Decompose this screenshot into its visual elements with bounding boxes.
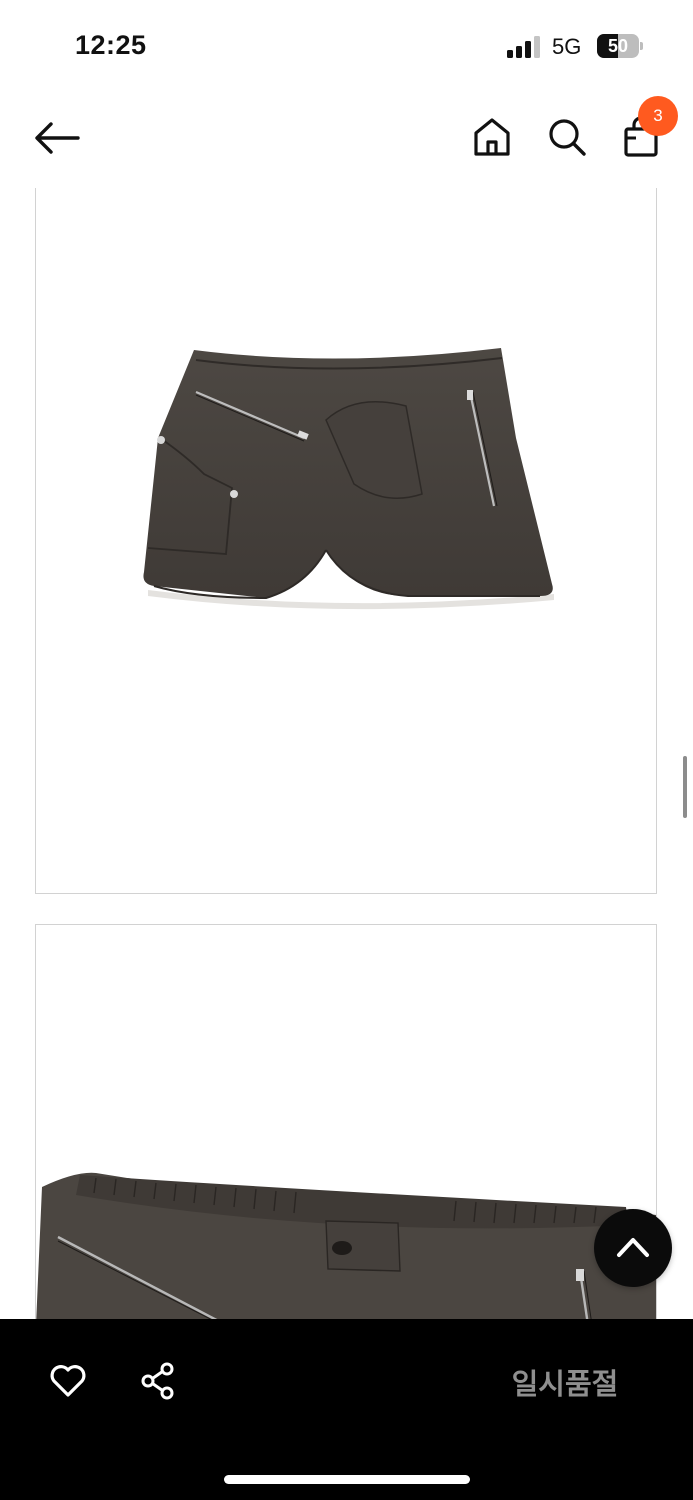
- home-icon: [474, 118, 510, 156]
- battery-percent: 50: [607, 36, 629, 56]
- back-button[interactable]: [34, 120, 80, 156]
- skirt-waistband-illustration: [36, 1172, 656, 1324]
- share-button[interactable]: [139, 1361, 179, 1401]
- bottom-action-bar: 일시품절: [0, 1319, 693, 1500]
- scroll-indicator[interactable]: [683, 756, 687, 818]
- search-button[interactable]: [546, 116, 588, 158]
- like-button[interactable]: [48, 1361, 88, 1401]
- home-indicator[interactable]: [224, 1475, 470, 1484]
- cart-count-badge: 3: [638, 96, 678, 136]
- skirt-front-illustration: [143, 348, 554, 610]
- cellular-signal-icon: [507, 36, 540, 58]
- search-icon: [549, 119, 586, 156]
- status-bar: 12:25 5G 50: [0, 0, 693, 92]
- product-image-front: [35, 188, 657, 894]
- back-arrow-icon: [35, 122, 80, 154]
- battery-icon: 50: [597, 34, 645, 58]
- product-image-detail: [35, 924, 657, 1324]
- home-button[interactable]: [472, 116, 512, 158]
- sold-out-button[interactable]: 일시품절: [480, 1357, 650, 1407]
- network-type: 5G: [552, 34, 582, 59]
- scroll-to-top-button[interactable]: [594, 1209, 672, 1287]
- heart-icon: [50, 1365, 86, 1397]
- chevron-up-icon: [617, 1238, 649, 1257]
- share-icon: [141, 1362, 174, 1400]
- status-time: 12:25: [75, 30, 147, 60]
- top-nav: [0, 92, 693, 188]
